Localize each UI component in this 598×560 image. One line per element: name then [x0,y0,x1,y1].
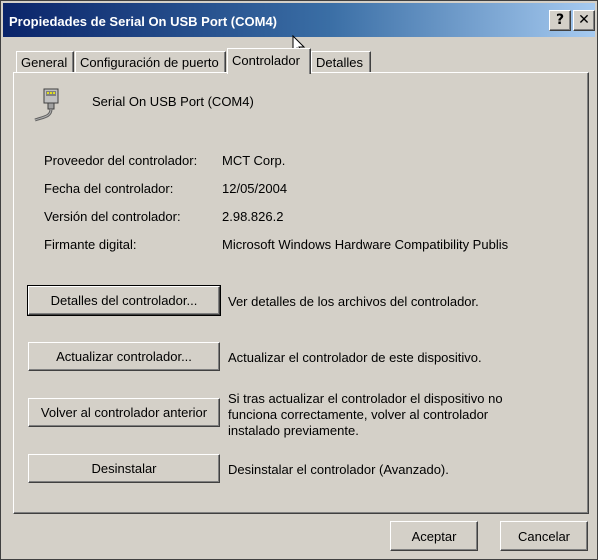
window-title: Propiedades de Serial On USB Port (COM4) [9,14,277,29]
tab-driver[interactable]: Controlador [227,48,311,74]
cancel-button[interactable]: Cancelar [500,521,588,551]
ok-button[interactable]: Aceptar [390,521,478,551]
tab-port-settings-label: Configuración de puerto [80,55,219,70]
tab-general[interactable]: General [16,51,74,72]
tab-driver-label: Controlador [232,53,300,68]
close-button[interactable]: ✕ [573,10,595,31]
tab-general-label: General [21,55,68,70]
close-icon: ✕ [578,12,590,28]
tab-details[interactable]: Detalles [311,51,371,72]
properties-dialog: Propiedades de Serial On USB Port (COM4)… [0,0,598,560]
driver-tab-panel [13,72,589,514]
help-icon: ? [555,12,565,28]
tab-details-label: Detalles [316,55,363,70]
tab-port-settings[interactable]: Configuración de puerto [75,51,226,72]
help-button[interactable]: ? [549,10,571,31]
title-bar[interactable]: Propiedades de Serial On USB Port (COM4)… [3,3,595,37]
